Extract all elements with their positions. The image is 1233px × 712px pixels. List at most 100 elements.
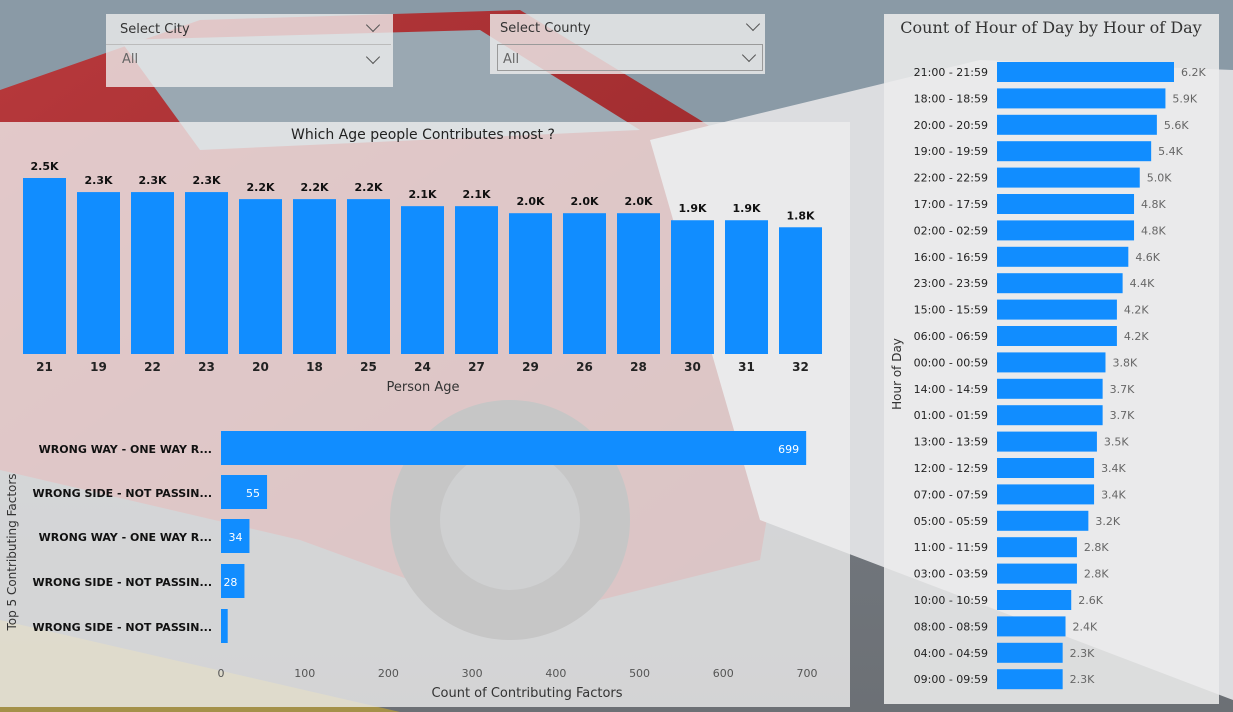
city-slicer-title: Select City [120,22,190,37]
age-bar [401,206,444,354]
age-tick-label: 27 [468,360,485,374]
age-tick-label: 28 [630,360,647,374]
age-tick-label: 26 [576,360,593,374]
county-slicer[interactable]: Select County All [490,14,765,74]
hour-category-label: 08:00 - 08:59 [914,620,988,633]
factor-x-tick-label: 600 [713,667,734,680]
chevron-down-icon[interactable] [745,16,761,32]
factor-bar [221,609,228,643]
hour-category-label: 22:00 - 22:59 [914,172,988,185]
hour-bar-chart: Count of Hour of Day by Hour of Day Hour… [890,18,1206,690]
hour-bar-data-label: 2.8K [1084,541,1109,554]
hour-bar [997,141,1152,162]
hour-bar-data-label: 3.8K [1112,356,1137,369]
hour-bar [997,88,1166,109]
hour-bar [997,642,1063,663]
age-bar-data-label: 2.0K [516,195,544,208]
age-bar [131,192,174,354]
factor-bar-data-label: 699 [778,443,799,456]
chevron-down-icon[interactable] [365,49,381,65]
hour-bar-data-label: 3.4K [1101,462,1126,475]
hour-bar-data-label: 6.2K [1181,66,1206,79]
hour-category-label: 17:00 - 17:59 [914,198,988,211]
age-bar-data-label: 2.0K [624,195,652,208]
hour-bar-data-label: 5.4K [1158,145,1183,158]
factor-x-tick-label: 700 [797,667,818,680]
hour-category-label: 13:00 - 13:59 [914,436,988,449]
hour-category-label: 07:00 - 07:59 [914,488,988,501]
age-bar-data-label: 2.5K [30,160,58,173]
factor-x-tick-label: 500 [629,667,650,680]
age-tick-label: 31 [738,360,755,374]
hour-bar [997,405,1103,426]
age-bar-data-label: 1.9K [732,202,760,215]
hour-bar-data-label: 4.4K [1130,277,1155,290]
hour-bar [997,352,1106,373]
hour-category-label: 05:00 - 05:59 [914,515,988,528]
age-tick-label: 22 [144,360,161,374]
county-slicer-value[interactable]: All [503,52,519,67]
factor-category-label: WRONG SIDE - NOT PASSIN... [32,621,212,634]
hour-category-label: 18:00 - 18:59 [914,92,988,105]
city-slicer-value[interactable]: All [122,52,138,67]
age-bar-data-label: 2.1K [462,188,490,201]
age-tick-label: 19 [90,360,107,374]
hour-bar-data-label: 2.4K [1073,620,1098,633]
hour-bar-data-label: 3.7K [1110,409,1135,422]
city-dropdown[interactable] [106,44,391,45]
age-bar [347,199,390,354]
age-chart-xlabel: Person Age [387,380,460,395]
chevron-down-icon[interactable] [365,17,381,33]
hour-bar [997,537,1077,558]
age-bar-data-label: 2.2K [246,181,274,194]
age-bar-data-label: 1.8K [786,209,814,222]
hour-bar-data-label: 2.6K [1078,594,1103,607]
age-tick-label: 32 [792,360,809,374]
factors-bar-chart: Top 5 Contributing Factors Count of Cont… [5,431,818,701]
age-tick-label: 23 [198,360,215,374]
age-bar-data-label: 2.3K [192,174,220,187]
hour-bar-data-label: 4.8K [1141,224,1166,237]
age-bar [509,213,552,354]
hour-category-label: 19:00 - 19:59 [914,145,988,158]
factor-x-tick-label: 300 [462,667,483,680]
hour-bar [997,563,1077,584]
age-bar [185,192,228,354]
age-chart-title: Which Age people Contributes most ? [291,127,555,143]
hour-bar-data-label: 4.6K [1135,251,1160,264]
factor-bar [221,431,807,465]
hour-bar [997,590,1072,610]
hour-chart-ylabel: Hour of Day [890,338,904,410]
factors-chart-ylabel: Top 5 Contributing Factors [5,473,19,631]
county-slicer-title: Select County [500,21,591,36]
hour-bar [997,62,1174,82]
age-bar [77,192,120,354]
hour-category-label: 09:00 - 09:59 [914,673,988,686]
hour-bar [997,273,1123,294]
age-bar-chart: Which Age people Contributes most ? Pers… [23,127,822,395]
hour-category-label: 15:00 - 15:59 [914,304,988,317]
factor-bar-data-label: 28 [223,576,237,589]
hour-category-label: 03:00 - 03:59 [914,568,988,581]
factor-x-tick-label: 400 [545,667,566,680]
hour-category-label: 02:00 - 02:59 [914,224,988,237]
hour-bar [997,220,1135,241]
factor-bar-data-label: 34 [228,531,242,544]
county-dropdown[interactable] [497,44,763,71]
hour-bar-data-label: 2.8K [1084,568,1109,581]
hour-bar [997,194,1135,214]
hour-category-label: 04:00 - 04:59 [914,647,988,660]
hour-category-label: 00:00 - 00:59 [914,356,988,369]
hour-category-label: 14:00 - 14:59 [914,383,988,396]
age-tick-label: 30 [684,360,701,374]
hour-category-label: 06:00 - 06:59 [914,330,988,343]
factor-category-label: WRONG SIDE - NOT PASSIN... [32,487,212,500]
hour-bar [997,510,1089,531]
age-bar [455,206,498,354]
city-slicer[interactable]: Select City All [106,14,393,87]
age-bar [779,227,822,354]
hour-bar [997,616,1066,637]
age-tick-label: 24 [414,360,431,374]
hour-chart-title: Count of Hour of Day by Hour of Day [900,18,1201,37]
hour-bar-data-label: 3.7K [1110,383,1135,396]
